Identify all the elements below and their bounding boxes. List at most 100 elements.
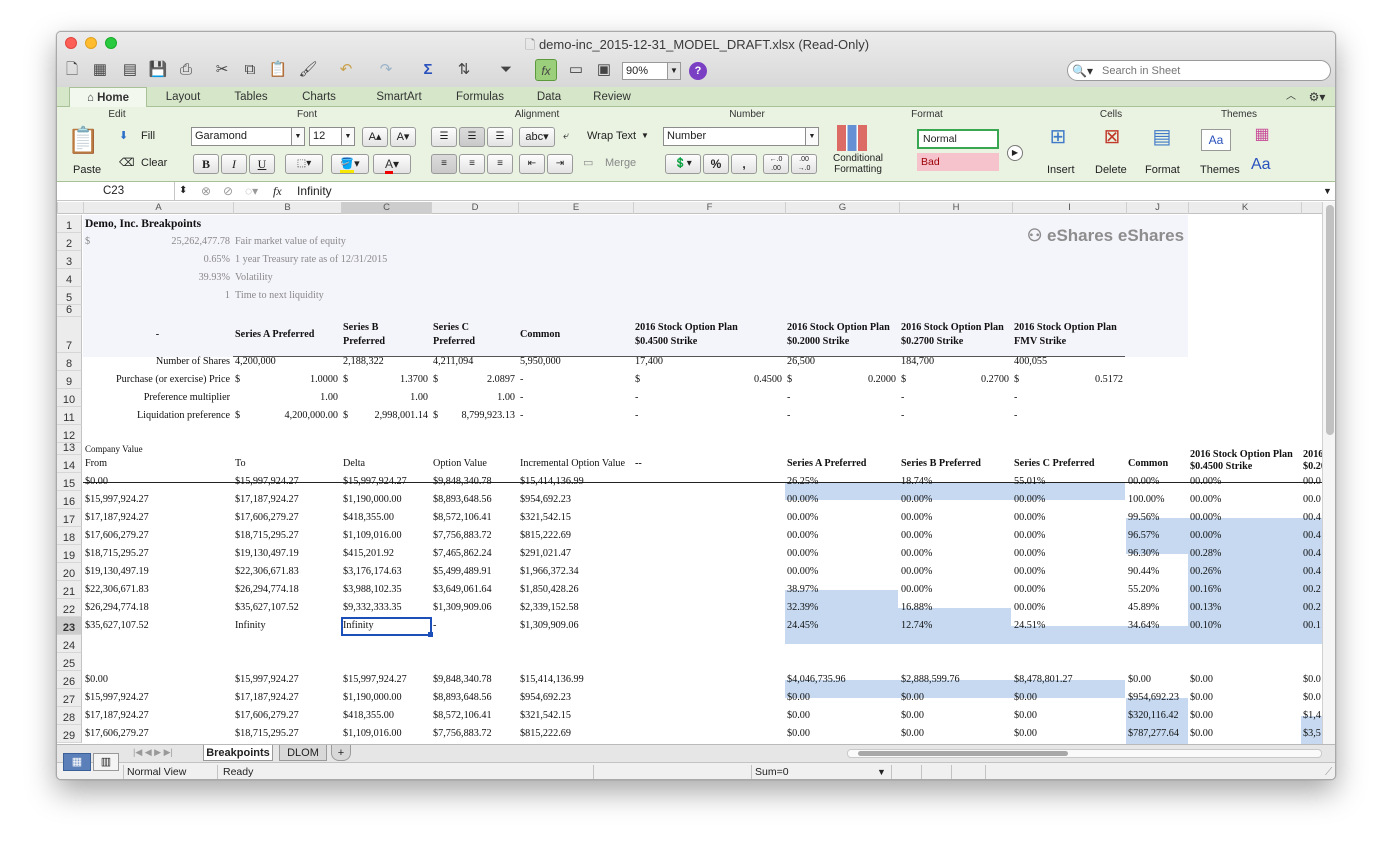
search-icon[interactable]: 🔍▾ bbox=[1072, 62, 1093, 80]
function-insert-icon[interactable]: fx bbox=[273, 183, 282, 199]
confirm-edit-icon[interactable]: ⊘ bbox=[223, 183, 233, 199]
row-header-3[interactable]: 3 bbox=[57, 251, 82, 269]
page-layout-view-icon[interactable]: ▥ bbox=[93, 753, 119, 771]
horizontal-scroll-thumb[interactable] bbox=[858, 751, 1068, 756]
save-icon[interactable]: 💾 bbox=[147, 59, 169, 81]
print-icon[interactable]: ⎙ bbox=[175, 59, 197, 81]
cancel-edit-icon[interactable]: ⊗ bbox=[201, 183, 211, 199]
insert-button[interactable]: Insert bbox=[1047, 162, 1075, 178]
row-header-26[interactable]: 26 bbox=[57, 671, 82, 689]
column-header-next[interactable] bbox=[1301, 202, 1322, 214]
row-header-18[interactable]: 18 bbox=[57, 527, 82, 545]
row-header-28[interactable]: 28 bbox=[57, 707, 82, 725]
column-header-j[interactable]: J bbox=[1126, 202, 1188, 214]
redo-icon[interactable]: ↷ bbox=[375, 59, 397, 81]
align-top-button[interactable]: ☰ bbox=[431, 127, 457, 147]
tab-formulas[interactable]: Formulas bbox=[445, 87, 515, 107]
row-header-12[interactable]: 12 bbox=[57, 425, 82, 443]
fill-icon[interactable]: ⬇ bbox=[119, 128, 128, 144]
row-header-4[interactable]: 4 bbox=[57, 269, 82, 287]
spreadsheet-grid[interactable]: ABCDEFGHIJK 1 2 3 4 5 6 7 8 9 10 11 12 13 14 15 16 17 18 1… bbox=[57, 202, 1322, 744]
column-header-f[interactable]: F bbox=[633, 202, 785, 214]
comma-button[interactable]: , bbox=[731, 154, 757, 174]
number-format-field[interactable]: Number bbox=[663, 127, 819, 146]
paste-icon[interactable]: 📋 bbox=[267, 59, 289, 81]
paste-large-icon[interactable]: 📋 bbox=[67, 127, 99, 153]
add-sheet-button[interactable]: + bbox=[331, 745, 351, 761]
style-bad[interactable]: Bad bbox=[917, 153, 999, 171]
increase-indent-button[interactable]: ⇥ bbox=[547, 154, 573, 174]
autosum-icon[interactable]: Σ bbox=[417, 59, 439, 81]
align-left-button[interactable]: ≡ bbox=[431, 154, 457, 174]
wrap-text-icon[interactable]: ⤶ bbox=[563, 128, 569, 144]
tab-charts[interactable]: Charts bbox=[289, 87, 349, 107]
column-header-i[interactable]: I bbox=[1012, 202, 1126, 214]
column-header-h[interactable]: H bbox=[899, 202, 1012, 214]
row-header-27[interactable]: 27 bbox=[57, 689, 82, 707]
select-all-corner[interactable] bbox=[57, 202, 82, 214]
horizontal-scrollbar[interactable] bbox=[847, 749, 1322, 758]
row-header-25[interactable]: 25 bbox=[57, 653, 82, 671]
themes-icon[interactable]: Aa bbox=[1201, 129, 1231, 151]
align-center-button[interactable]: ≡ bbox=[459, 154, 485, 174]
tab-data[interactable]: Data bbox=[525, 87, 573, 107]
column-header-k[interactable]: K bbox=[1188, 202, 1301, 214]
zoom-field[interactable]: 90% bbox=[622, 62, 668, 80]
normal-view-icon[interactable]: ▦ bbox=[63, 753, 91, 771]
shrink-font-button[interactable]: A▾ bbox=[390, 127, 416, 147]
name-box[interactable]: C23 bbox=[57, 182, 175, 200]
row-header-23[interactable]: 23 bbox=[57, 617, 82, 635]
style-normal[interactable]: Normal bbox=[917, 129, 999, 149]
theme-fonts-button[interactable]: Aa bbox=[1251, 157, 1271, 173]
font-name-field[interactable]: Garamond bbox=[191, 127, 305, 146]
align-bottom-button[interactable]: ☰ bbox=[487, 127, 513, 147]
conditional-formatting-button[interactable]: Conditional Formatting bbox=[827, 153, 889, 175]
font-name-dropdown[interactable]: ▼ bbox=[291, 127, 305, 146]
sort-icon[interactable]: ⇅ bbox=[453, 59, 475, 81]
vertical-scroll-thumb[interactable] bbox=[1326, 205, 1334, 435]
row-header-5[interactable]: 5 bbox=[57, 287, 82, 305]
fill-handle[interactable] bbox=[428, 632, 433, 637]
row-header-2[interactable]: 2 bbox=[57, 233, 82, 251]
status-sum[interactable]: Sum=0 bbox=[755, 763, 789, 779]
themes-button[interactable]: Themes bbox=[1200, 162, 1240, 178]
row-header-29[interactable]: 29 bbox=[57, 725, 82, 743]
conditional-formatting-icon[interactable] bbox=[837, 125, 867, 151]
row-header-21[interactable]: 21 bbox=[57, 581, 82, 599]
paste-button-label[interactable]: Paste bbox=[73, 162, 101, 178]
row-header-8[interactable]: 8 bbox=[57, 353, 82, 371]
row-header-13[interactable]: 13 bbox=[57, 442, 82, 455]
row-header-22[interactable]: 22 bbox=[57, 599, 82, 617]
name-box-stepper-icon[interactable]: ⬍ bbox=[179, 183, 187, 199]
insert-cells-icon[interactable]: ⊞ bbox=[1043, 127, 1073, 147]
search-input[interactable] bbox=[1102, 63, 1324, 79]
function-dropdown-icon[interactable]: ◌▾ bbox=[245, 183, 258, 199]
styles-next-icon[interactable]: ▶ bbox=[1007, 145, 1023, 161]
help-icon[interactable]: ? bbox=[689, 62, 707, 80]
column-header-d[interactable]: D bbox=[431, 202, 518, 214]
bold-button[interactable]: B bbox=[193, 154, 219, 174]
tab-smartart[interactable]: SmartArt bbox=[363, 87, 435, 107]
theme-colors-icon[interactable]: ▦ bbox=[1251, 127, 1273, 143]
italic-button[interactable]: I bbox=[221, 154, 247, 174]
copy-icon[interactable]: ⧉ bbox=[239, 59, 261, 81]
sheet-nav-arrows-icon[interactable]: |◀ ◀ ▶ ▶| bbox=[133, 743, 173, 762]
eraser-icon[interactable]: ⌫ bbox=[119, 155, 135, 171]
grow-font-button[interactable]: A▴ bbox=[362, 127, 388, 147]
row-header-20[interactable]: 20 bbox=[57, 563, 82, 581]
row-header-24[interactable]: 24 bbox=[57, 635, 82, 653]
row-header-6[interactable]: 6 bbox=[57, 304, 82, 317]
collapse-ribbon-icon[interactable]: ︿ bbox=[1283, 87, 1299, 107]
zoom-dropdown-arrow[interactable]: ▼ bbox=[667, 62, 681, 80]
function-icon[interactable]: fx bbox=[535, 59, 557, 81]
column-header-c[interactable]: C bbox=[341, 202, 431, 214]
orientation-button[interactable]: abc▾ bbox=[519, 127, 555, 147]
format-painter-icon[interactable]: 🖌 bbox=[297, 59, 319, 81]
row-header-10[interactable]: 10 bbox=[57, 389, 82, 407]
merge-icon[interactable]: ▭ bbox=[583, 155, 593, 171]
row-header-15[interactable]: 15 bbox=[57, 473, 82, 491]
vertical-scrollbar[interactable] bbox=[1322, 202, 1335, 744]
clear-button[interactable]: Clear bbox=[141, 155, 167, 171]
delete-cells-icon[interactable]: ⊠ bbox=[1097, 127, 1127, 147]
format-cells-icon[interactable]: ▤ bbox=[1147, 127, 1177, 147]
